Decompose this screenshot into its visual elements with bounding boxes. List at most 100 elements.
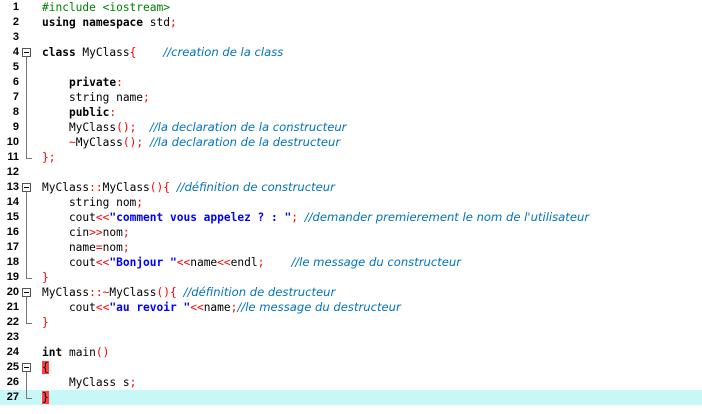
code-line[interactable]: 20 MyClass::~MyClass(){ //définition de d… — [0, 285, 702, 300]
code-text[interactable]: } — [42, 270, 49, 285]
code-line[interactable]: 9 MyClass(); //la declaration de la cons… — [0, 120, 702, 135]
code-token: string name — [42, 91, 144, 104]
line-number: 18 — [6, 256, 19, 268]
code-text[interactable]: private: — [42, 75, 123, 90]
code-token: MyClass — [75, 136, 123, 149]
code-text[interactable]: cout<<"Bonjour "<<name<<endl; //le messa… — [42, 255, 461, 270]
code-token: //le message du constructeur — [291, 255, 462, 269]
code-text[interactable]: cin>>nom; — [42, 225, 130, 240]
code-token: ::~ — [89, 286, 110, 299]
code-token: << — [190, 301, 204, 314]
fold-guide-line — [26, 57, 27, 158]
line-number: 11 — [7, 151, 19, 163]
code-token: MyClass — [75, 46, 130, 59]
code-text[interactable]: string name; — [42, 90, 150, 105]
code-token: ; — [122, 241, 130, 254]
code-token: MyClass s — [42, 376, 130, 389]
code-line[interactable]: 23 — [0, 330, 702, 345]
code-text[interactable]: public: — [42, 105, 116, 120]
code-token: } — [42, 391, 49, 404]
code-text[interactable]: }; — [42, 150, 55, 165]
code-token: using namespace — [42, 16, 144, 29]
code-line[interactable]: 2 using namespace std; — [0, 15, 702, 30]
code-token: << — [217, 256, 231, 269]
code-text[interactable]: ~MyClass(); //la declaration de la destr… — [42, 135, 340, 150]
code-text[interactable]: MyClass::~MyClass(){ //définition de des… — [42, 285, 335, 300]
code-token: cout — [42, 256, 96, 269]
code-text[interactable]: using namespace std; — [42, 15, 177, 30]
code-line[interactable]: 15 cout<<"comment vous appelez ? : "; //… — [0, 210, 702, 225]
code-token: name — [203, 301, 231, 314]
code-token: : — [116, 76, 123, 89]
code-line[interactable]: 4 class MyClass{ //creation de la class — [0, 45, 702, 60]
code-token: :: — [89, 181, 103, 194]
code-text[interactable]: class MyClass{ //creation de la class — [42, 45, 283, 60]
code-line[interactable]: 24 int main() — [0, 345, 702, 360]
fold-end-marker — [26, 158, 32, 159]
code-line[interactable]: 11}; — [0, 150, 702, 165]
code-line[interactable]: 3 — [0, 30, 702, 45]
code-line[interactable]: 1 #include <iostream> — [0, 0, 702, 15]
code-line[interactable]: 16 cin>>nom; — [0, 225, 702, 240]
code-text[interactable]: { — [42, 360, 49, 375]
code-line[interactable]: 5 — [0, 60, 702, 75]
line-number: 10 — [6, 136, 19, 148]
code-line[interactable]: 22} — [0, 315, 702, 330]
fold-toggle-icon[interactable] — [22, 363, 31, 372]
code-text[interactable]: MyClass(); //la declaration de la constr… — [42, 120, 347, 135]
code-text[interactable]: MyClass::MyClass(){ //définition de cons… — [42, 180, 335, 195]
code-line[interactable]: 13 MyClass::MyClass(){ //définition de co… — [0, 180, 702, 195]
code-text[interactable]: } — [42, 315, 49, 330]
code-token: nom — [102, 226, 123, 239]
fold-guide-line — [26, 192, 27, 278]
code-line[interactable]: 12 — [0, 165, 702, 180]
code-line[interactable]: 7 string name; — [0, 90, 702, 105]
code-line[interactable]: 6 private: — [0, 75, 702, 90]
code-line[interactable]: 27} — [0, 390, 702, 405]
line-number: 25 — [6, 361, 19, 373]
code-token: //la declaration de la destructeur — [149, 135, 341, 149]
code-token: << — [95, 301, 110, 314]
code-line[interactable]: 14 string nom; — [0, 195, 702, 210]
code-text[interactable]: cout<<"comment vous appelez ? : "; //dem… — [42, 210, 589, 225]
code-token: (){ — [149, 181, 171, 194]
code-line[interactable]: 8 public: — [0, 105, 702, 120]
line-number: 9 — [12, 121, 19, 133]
code-line[interactable]: 21 cout<<"au revoir "<<name;//le message… — [0, 300, 702, 315]
code-token: int — [42, 346, 63, 359]
code-token: MyClass — [42, 286, 90, 299]
code-token: //le message du destructeur — [237, 300, 401, 314]
code-line[interactable]: 17 name=nom; — [0, 240, 702, 255]
fold-toggle-icon[interactable] — [22, 48, 31, 57]
code-text[interactable]: cout<<"au revoir "<<name;//le message du… — [42, 300, 401, 315]
line-number: 14 — [6, 196, 19, 208]
code-line[interactable]: 19} — [0, 270, 702, 285]
code-text[interactable]: int main() — [42, 345, 109, 360]
code-line[interactable]: 25 { — [0, 360, 702, 375]
line-number: 12 — [6, 166, 19, 178]
line-number: 23 — [6, 331, 19, 343]
fold-guide-line — [26, 372, 27, 398]
code-token: string nom — [42, 196, 137, 209]
code-text[interactable]: #include <iostream> — [42, 0, 170, 15]
code-text[interactable]: name=nom; — [42, 240, 130, 255]
code-text[interactable]: } — [42, 390, 49, 405]
fold-toggle-icon[interactable] — [22, 183, 31, 192]
code-token: << — [176, 256, 191, 269]
code-text[interactable]: MyClass s; — [42, 375, 136, 390]
code-line[interactable]: 26 MyClass s; — [0, 375, 702, 390]
code-line[interactable]: 18 cout<<"Bonjour "<<name<<endl; //le me… — [0, 255, 702, 270]
code-editor[interactable]: 1 #include <iostream> 2 using namespace std… — [0, 0, 702, 414]
code-token: MyClass — [102, 181, 150, 194]
code-token: "au revoir " — [109, 301, 191, 314]
code-line[interactable]: 10 ~MyClass(); //la declaration de la de… — [0, 135, 702, 150]
code-token: ; — [170, 16, 177, 29]
code-token: //la declaration de la constructeur — [149, 120, 347, 134]
fold-toggle-icon[interactable] — [22, 288, 31, 297]
code-text[interactable]: string nom; — [42, 195, 143, 210]
